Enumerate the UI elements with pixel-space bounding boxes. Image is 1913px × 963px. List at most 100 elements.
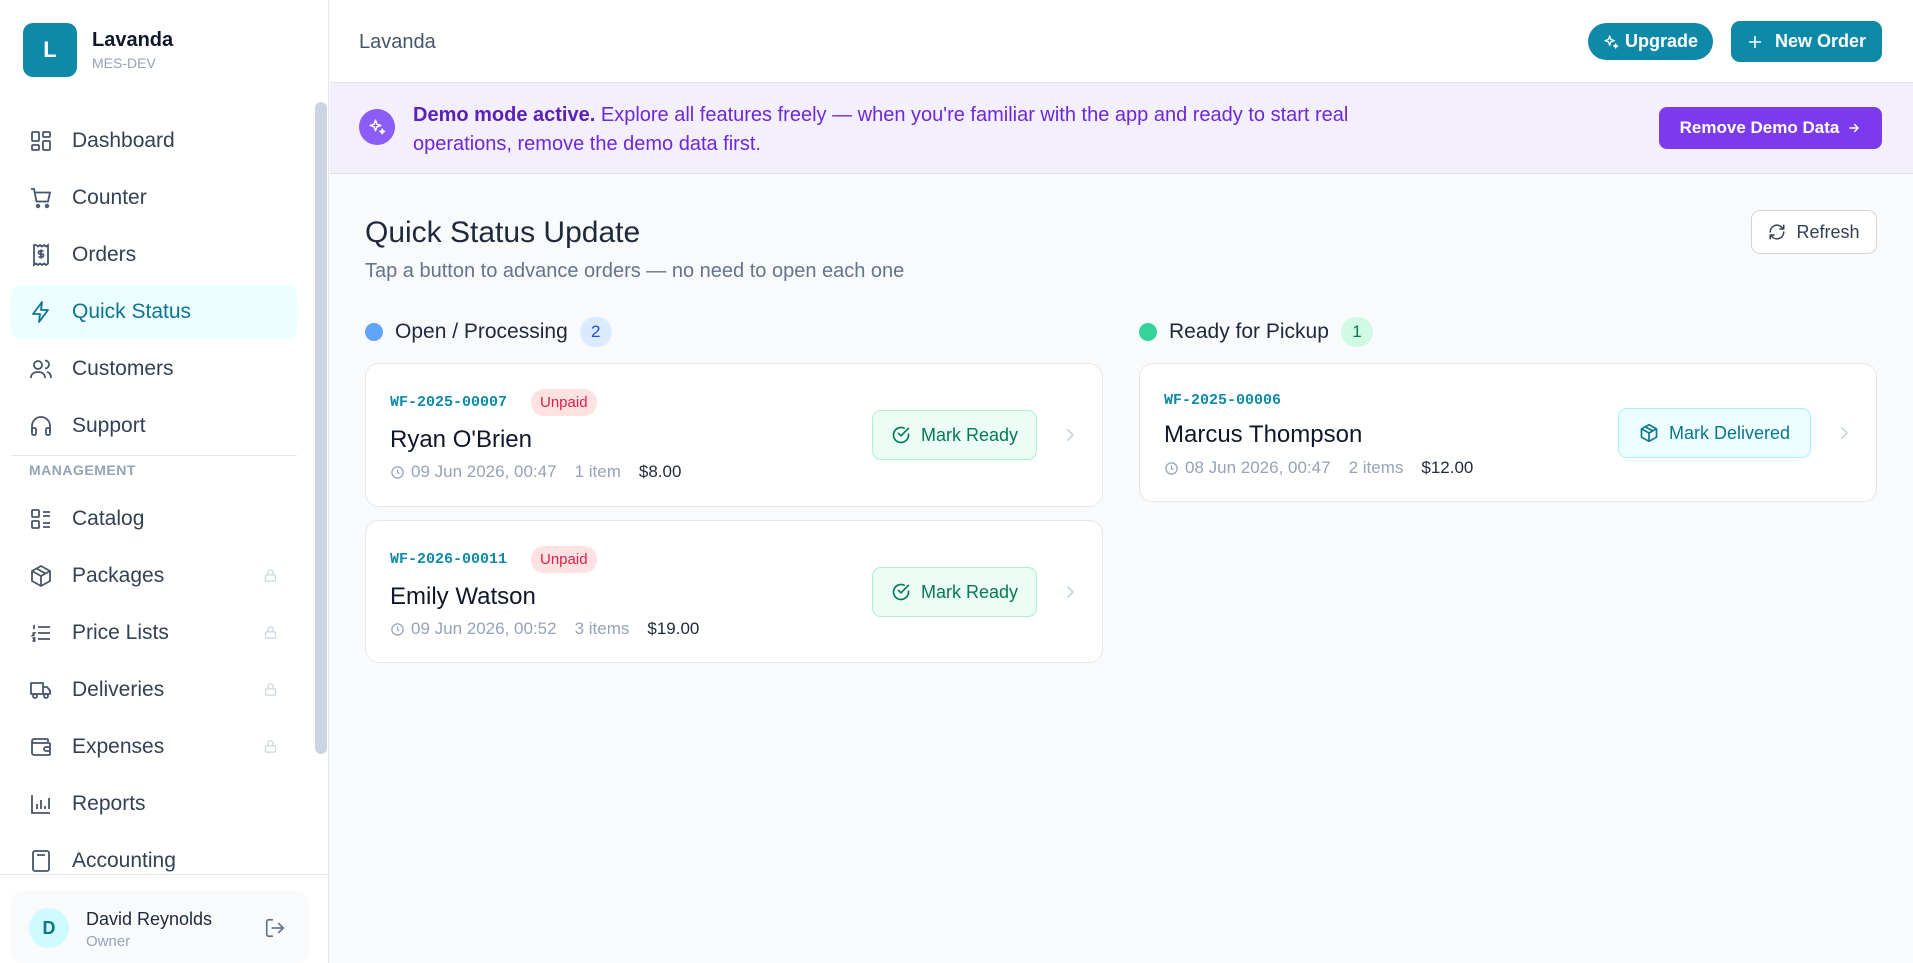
sidebar-item-label: Price Lists bbox=[72, 621, 169, 644]
sidebar-item-label: Expenses bbox=[72, 735, 165, 758]
clock-icon bbox=[391, 465, 404, 479]
order-meta: 09 Jun 2026, 00:47 1 item $8.00 bbox=[390, 462, 681, 482]
lock-icon bbox=[264, 626, 277, 639]
mark-delivered-label: Mark Delivered bbox=[1668, 422, 1791, 443]
refresh-button[interactable]: Refresh bbox=[1751, 210, 1877, 254]
sidebar-item-catalog[interactable]: Catalog bbox=[11, 492, 297, 546]
status-badge: Unpaid bbox=[531, 546, 597, 573]
sidebar-item-orders[interactable]: Orders bbox=[11, 228, 297, 282]
sidebar-item-customers[interactable]: Customers bbox=[11, 342, 297, 396]
user-divider bbox=[0, 874, 329, 875]
order-items: 3 items bbox=[574, 619, 630, 638]
check-circle-icon bbox=[892, 583, 910, 601]
top-bar-title: Lavanda bbox=[359, 31, 436, 53]
chevron-right-icon[interactable] bbox=[1061, 583, 1079, 601]
clock-icon bbox=[391, 622, 404, 636]
status-dot bbox=[365, 323, 383, 341]
status-dot bbox=[1139, 323, 1157, 341]
sidebar-item-expenses[interactable]: Expenses bbox=[11, 720, 297, 774]
sidebar-item-label: Packages bbox=[72, 564, 165, 587]
order-meta: 08 Jun 2026, 00:47 2 items $12.00 bbox=[1164, 458, 1473, 478]
order-date: 09 Jun 2026, 00:47 bbox=[411, 462, 557, 481]
sidebar-item-dashboard[interactable]: Dashboard bbox=[11, 114, 297, 168]
sidebar-item-label: Support bbox=[72, 414, 146, 437]
user-name: David Reynolds bbox=[86, 909, 213, 929]
order-amount: $19.00 bbox=[647, 619, 700, 638]
receipt-icon bbox=[33, 243, 49, 267]
package-icon bbox=[1640, 423, 1658, 443]
sidebar-item-reports[interactable]: Reports bbox=[11, 777, 297, 831]
order-card[interactable]: WF-2025-00006 Marcus Thompson 08 Jun 202… bbox=[1139, 363, 1877, 502]
count-badge: 2 bbox=[579, 317, 612, 347]
sidebar-item-packages[interactable]: Packages bbox=[11, 549, 297, 603]
clock-icon bbox=[1165, 461, 1178, 475]
mark-delivered-button[interactable]: Mark Delivered bbox=[1618, 408, 1811, 458]
column-header-ready: Ready for Pickup 1 bbox=[1139, 317, 1373, 347]
sidebar-item-label: Accounting bbox=[72, 849, 176, 872]
refresh-label: Refresh bbox=[1796, 221, 1860, 242]
mark-ready-button[interactable]: Mark Ready bbox=[872, 410, 1037, 460]
logout-icon[interactable] bbox=[264, 917, 286, 939]
new-order-label: New Order bbox=[1774, 31, 1867, 51]
customer-name: Ryan O'Brien bbox=[390, 426, 532, 453]
upgrade-button[interactable]: Upgrade bbox=[1588, 23, 1713, 60]
list-icon bbox=[30, 624, 50, 642]
customer-name: Emily Watson bbox=[390, 583, 536, 610]
order-amount: $12.00 bbox=[1421, 458, 1474, 477]
sidebar-item-support[interactable]: Support bbox=[11, 399, 297, 453]
dashboard-icon bbox=[31, 131, 51, 151]
column-title: Open / Processing bbox=[395, 320, 568, 343]
sidebar-item-label: Counter bbox=[72, 186, 147, 209]
sparkle-icon bbox=[1604, 34, 1619, 49]
order-id: WF-2025-00006 bbox=[1164, 392, 1282, 409]
demo-banner-strong: Demo mode active. bbox=[413, 104, 596, 126]
order-date: 08 Jun 2026, 00:47 bbox=[1185, 458, 1331, 477]
mark-ready-label: Mark Ready bbox=[920, 424, 1019, 445]
sidebar-item-deliveries[interactable]: Deliveries bbox=[11, 663, 297, 717]
sparkle-icon bbox=[359, 109, 395, 145]
catalog-icon bbox=[31, 509, 50, 529]
sidebar-item-label: Deliveries bbox=[72, 678, 165, 701]
chevron-right-icon[interactable] bbox=[1835, 424, 1853, 442]
order-card[interactable]: WF-2026-00011 Unpaid Emily Watson 09 Jun… bbox=[365, 520, 1103, 663]
headphones-icon bbox=[31, 416, 51, 436]
brand-subtitle: MES-DEV bbox=[92, 55, 156, 71]
package-icon bbox=[31, 565, 51, 587]
order-id: WF-2025-00007 bbox=[390, 394, 508, 411]
brand-logo: L bbox=[23, 23, 77, 77]
mark-ready-button[interactable]: Mark Ready bbox=[872, 567, 1037, 617]
order-items: 2 items bbox=[1348, 458, 1404, 477]
sidebar-item-counter[interactable]: Counter bbox=[11, 171, 297, 225]
user-panel[interactable]: D David Reynolds Owner bbox=[11, 891, 309, 963]
page-subtitle: Tap a button to advance orders — no need… bbox=[365, 260, 905, 282]
sidebar-item-price-lists[interactable]: Price Lists bbox=[11, 606, 297, 660]
chevron-right-icon[interactable] bbox=[1061, 426, 1079, 444]
order-items: 1 item bbox=[574, 462, 621, 481]
refresh-icon bbox=[1769, 224, 1785, 240]
count-badge: 1 bbox=[1340, 317, 1373, 347]
lock-icon bbox=[264, 683, 277, 696]
sidebar-item-quick-status[interactable]: Quick Status bbox=[11, 285, 297, 339]
calculator-icon bbox=[32, 850, 50, 872]
new-order-button[interactable]: New Order bbox=[1731, 21, 1882, 62]
avatar: D bbox=[29, 908, 69, 948]
users-icon bbox=[30, 359, 52, 379]
demo-banner-text: Demo mode active. Explore all features f… bbox=[413, 101, 1413, 159]
order-amount: $8.00 bbox=[638, 462, 682, 481]
sidebar-scrollbar[interactable] bbox=[315, 102, 327, 754]
sidebar-divider bbox=[11, 455, 297, 456]
upgrade-label: Upgrade bbox=[1624, 31, 1698, 51]
cart-icon bbox=[31, 188, 52, 209]
sidebar-item-label: Reports bbox=[72, 792, 146, 815]
wallet-icon bbox=[31, 738, 51, 756]
sidebar-item-accounting[interactable]: Accounting bbox=[11, 834, 297, 888]
remove-demo-data-button[interactable]: Remove Demo Data bbox=[1659, 107, 1882, 149]
order-card[interactable]: WF-2025-00007 Unpaid Ryan O'Brien 09 Jun… bbox=[365, 363, 1103, 507]
customer-name: Marcus Thompson bbox=[1164, 421, 1363, 448]
brand-name: Lavanda bbox=[92, 29, 174, 51]
truck-icon bbox=[30, 682, 51, 699]
column-title: Ready for Pickup bbox=[1169, 320, 1329, 343]
bar-chart-icon bbox=[31, 795, 50, 814]
arrow-right-icon bbox=[1849, 123, 1860, 133]
brand[interactable]: L Lavanda MES-DEV bbox=[23, 23, 173, 77]
